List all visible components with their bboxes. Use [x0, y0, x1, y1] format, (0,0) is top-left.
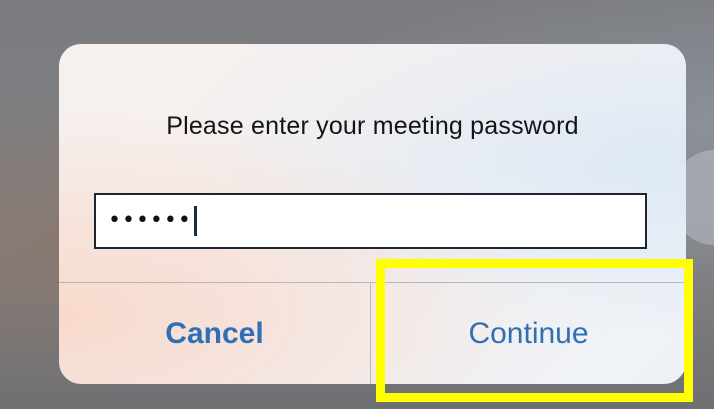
text-cursor — [193, 206, 197, 236]
password-dialog: Please enter your meeting password •••••… — [59, 44, 686, 384]
dialog-message: Please enter your meeting password — [166, 112, 579, 140]
continue-button[interactable]: Continue — [371, 283, 686, 384]
password-field[interactable]: •••••• — [94, 193, 647, 249]
cancel-button[interactable]: Cancel — [59, 283, 370, 384]
password-masked-value: •••••• — [108, 208, 192, 233]
